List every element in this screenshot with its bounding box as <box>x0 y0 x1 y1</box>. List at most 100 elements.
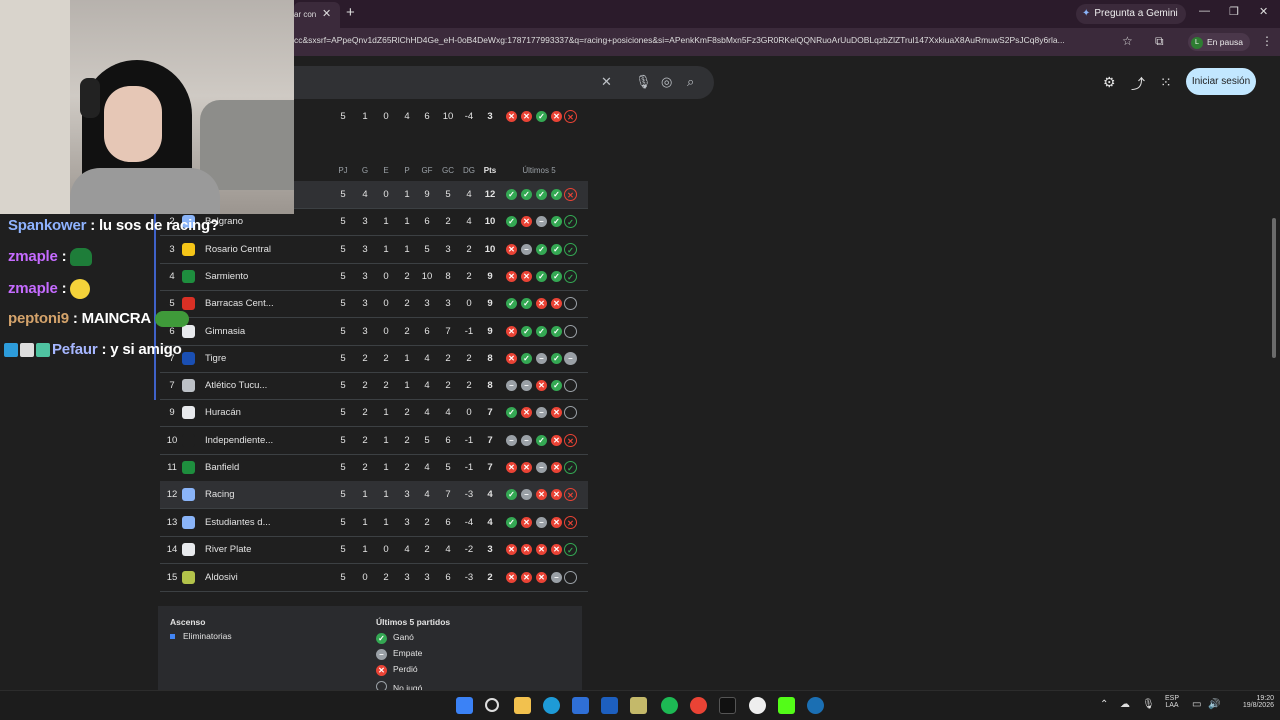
language-code: ESP <box>1164 695 1179 702</box>
table-row[interactable]: 15 Aldosivi 5 0 2 3 3 6 -3 2 ✕ ✕ ✕ – <box>160 564 588 591</box>
start-icon[interactable] <box>456 697 473 714</box>
team-name[interactable]: Rosario Central <box>205 244 271 255</box>
extensions-icon[interactable]: ⧉ <box>1155 34 1164 49</box>
team-name[interactable]: Racing <box>205 489 235 500</box>
url-field[interactable]: cc&sxsrf=APpeQnv1dZ65RlChHD4Ge_eH-0oB4De… <box>294 35 1065 45</box>
form-result-icon: ✕ <box>564 110 577 123</box>
spotify-icon[interactable] <box>661 697 678 714</box>
edge-icon[interactable] <box>543 697 560 714</box>
close-window-icon[interactable]: ✕ <box>1259 5 1268 18</box>
stat-cell: 9 <box>487 298 493 309</box>
table-row[interactable]: 10 Independiente... 5 2 1 2 5 6 -1 7– – ✓ ✕ ✕ <box>160 427 588 454</box>
minecraft-icon[interactable] <box>630 697 647 714</box>
tray-chevron-icon[interactable]: ⌃ <box>1100 699 1108 710</box>
clear-icon[interactable]: ✕ <box>601 74 612 90</box>
table-row[interactable]: 4 Sarmiento 5 3 0 2 10 8 2 9 ✕ ✕ ✓ ✓ ✓ <box>160 263 588 290</box>
kick-icon[interactable] <box>778 697 795 714</box>
form-result-icon: ✕ <box>506 353 517 364</box>
form-result-icon: ✕ <box>521 544 532 555</box>
stat-cell: 10 <box>484 244 496 255</box>
signin-button[interactable]: Iniciar sesión <box>1186 68 1256 95</box>
team-name[interactable]: Barracas Cent... <box>205 298 274 309</box>
gemini-button[interactable]: ✦ Pregunta a Gemini <box>1076 4 1186 24</box>
bookmark-star-icon[interactable]: ☆ <box>1122 34 1133 48</box>
form-result-icon: ✓ <box>506 216 517 227</box>
prev-stat-cell: 5 <box>340 111 346 122</box>
table-row[interactable]: 11 Banfield 5 2 1 2 4 5 -1 7 ✕ ✕ – ✕ ✓ <box>160 454 588 481</box>
form-result-icon <box>564 297 577 310</box>
team-name[interactable]: Tigre <box>205 353 226 364</box>
table-row[interactable]: 7 Atlético Tucu... 5 2 2 1 4 2 2 8– – ✕ ✓ <box>160 372 588 399</box>
table-row[interactable]: 14 River Plate 5 1 0 4 2 4 -2 3 ✕ ✕ ✕ ✕ ✓ <box>160 536 588 563</box>
minimize-icon[interactable]: — <box>1199 5 1210 17</box>
team-name[interactable]: River Plate <box>205 544 251 555</box>
table-row[interactable]: 13 Estudiantes d... 5 1 1 3 2 6 -4 4 ✓ ✕ – ✕ ✕ <box>160 509 588 536</box>
form-result-icon: ✓ <box>506 189 517 200</box>
table-row[interactable]: 12 Racing 5 1 1 3 4 7 -3 4 ✓ – ✕ ✕ ✕ <box>160 481 588 508</box>
menu-dots-icon[interactable]: ⋮ <box>1261 34 1273 48</box>
team-name[interactable]: Huracán <box>205 407 241 418</box>
team-name[interactable]: Sarmiento <box>205 271 248 282</box>
stat-cell: 7 <box>487 435 493 446</box>
column-header: GC <box>442 166 454 175</box>
frog-emote-icon <box>155 311 190 328</box>
obs-icon[interactable] <box>749 697 766 714</box>
stat-cell: 1 <box>404 216 410 227</box>
table-row[interactable]: 7 Tigre 5 2 2 1 4 2 2 8 ✕ ✓ – ✓ – <box>160 345 588 372</box>
cloud-icon[interactable]: ☁ <box>1120 699 1130 710</box>
lens-icon[interactable]: ◎ <box>661 74 672 90</box>
scrollbar[interactable] <box>1272 218 1276 358</box>
form-result-icon: ✓ <box>536 271 547 282</box>
taskbar-search-icon[interactable] <box>485 698 499 712</box>
language-indicator[interactable]: ESP LAA <box>1160 695 1184 709</box>
table-row[interactable]: 3 Rosario Central 5 3 1 1 5 3 2 10 ✕ – ✓ ✓ ✓ <box>160 236 588 263</box>
stat-cell: -1 <box>464 462 474 473</box>
table-row[interactable]: 5 Barracas Cent... 5 3 0 2 3 3 0 9 ✓ ✓ ✕ ✕ <box>160 290 588 317</box>
table-row[interactable]: 6 Gimnasia 5 3 0 2 6 7 -1 9 ✕ ✓ ✓ ✓ <box>160 318 588 345</box>
network-icon[interactable]: ▭ <box>1192 699 1201 710</box>
form-result-icon: ✕ <box>564 188 577 201</box>
stat-cell: 4 <box>424 407 430 418</box>
clock[interactable]: 19:20 19/8/2026 <box>1224 695 1274 709</box>
steam-icon[interactable] <box>807 697 824 714</box>
won-icon: ✓ <box>376 633 387 644</box>
mic-tray-icon[interactable]: 🎙 <box>1142 699 1155 710</box>
form-result-icon: ✓ <box>521 353 532 364</box>
browser-tab[interactable]: ar con <box>294 2 340 28</box>
share-icon[interactable]: ⤴ <box>1131 74 1145 94</box>
form-result-icon: ✓ <box>564 270 577 283</box>
team-name[interactable]: Banfield <box>205 462 239 473</box>
close-tab-icon[interactable]: ✕ <box>322 7 331 20</box>
new-tab-icon[interactable]: + <box>346 4 355 21</box>
stat-cell: 1 <box>383 462 389 473</box>
chrome-icon[interactable] <box>690 697 707 714</box>
microphone-icon[interactable]: 🎙 <box>635 74 652 90</box>
gemini-spark-icon: ✦ <box>1082 8 1091 19</box>
team-name[interactable]: Atlético Tucu... <box>205 380 267 391</box>
apps-grid-icon[interactable]: ⁙ <box>1160 74 1172 91</box>
search-icon[interactable]: ⌕ <box>687 74 694 90</box>
stat-cell: 1 <box>383 407 389 418</box>
store-icon[interactable] <box>572 697 589 714</box>
clock-time: 19:20 <box>1256 695 1274 702</box>
stat-cell: 3 <box>362 298 368 309</box>
team-name[interactable]: Independiente... <box>205 435 273 446</box>
table-row[interactable]: 9 Huracán 5 2 1 2 4 4 0 7 ✓ ✕ – ✕ <box>160 399 588 426</box>
team-crest-icon <box>182 297 195 310</box>
team-name[interactable]: Aldosivi <box>205 572 238 583</box>
file-explorer-icon[interactable] <box>514 697 531 714</box>
volume-icon[interactable]: 🔊 <box>1208 699 1220 710</box>
stat-cell: 5 <box>340 271 346 282</box>
maximize-icon[interactable]: ❐ <box>1229 5 1239 18</box>
legend-draw: – Empate <box>376 648 422 660</box>
outlook-icon[interactable] <box>601 697 618 714</box>
team-name[interactable]: Gimnasia <box>205 326 245 337</box>
team-name[interactable]: Estudiantes d... <box>205 517 270 528</box>
team-crest-icon <box>182 461 195 474</box>
form-result-icon: ✕ <box>506 244 517 255</box>
form-result-icon: ✕ <box>564 434 577 447</box>
profile-button[interactable]: L En pausa <box>1188 33 1250 51</box>
settings-gear-icon[interactable]: ⚙ <box>1103 74 1116 91</box>
capcut-icon[interactable] <box>719 697 736 714</box>
form-result-icon: ✕ <box>551 462 562 473</box>
